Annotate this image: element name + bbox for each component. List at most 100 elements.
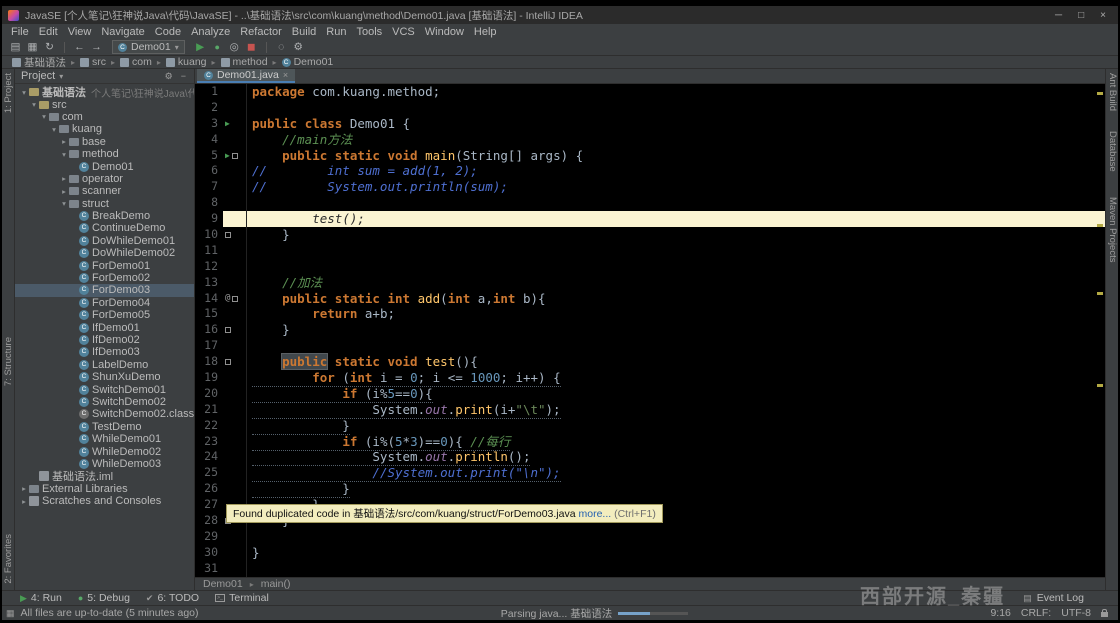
error-stripe-mark[interactable] bbox=[1097, 292, 1103, 295]
tree-item-scanner[interactable]: ▸ scanner bbox=[15, 185, 194, 197]
editor-breadcrumb-main[interactable]: main() bbox=[261, 578, 291, 590]
fold-marker-icon[interactable] bbox=[232, 295, 239, 302]
encoding-indicator[interactable]: UTF-8 bbox=[1061, 607, 1091, 619]
lock-icon[interactable] bbox=[1100, 608, 1108, 617]
tab-close-icon[interactable]: × bbox=[283, 70, 288, 80]
chevron-down-icon[interactable]: ▾ bbox=[59, 150, 69, 159]
run-gutter-icon[interactable]: ▶ bbox=[225, 116, 230, 132]
code-line-15[interactable]: 15 return a+b; bbox=[195, 306, 1105, 323]
tree-item-Scratches and Consoles[interactable]: ▸ Scratches and Consoles bbox=[15, 495, 194, 507]
code-line-13[interactable]: 13 //加法 bbox=[195, 274, 1105, 291]
tree-item-ForDemo03[interactable]: C ForDemo03 bbox=[15, 284, 194, 297]
toolwindow-button-debug[interactable]: ● 5: Debug bbox=[78, 592, 130, 604]
chevron-down-icon[interactable]: ▾ bbox=[39, 112, 49, 121]
tree-item-SwitchDemo02.class[interactable]: C SwitchDemo02.class bbox=[15, 408, 194, 420]
tree-item-SwitchDemo01[interactable]: C SwitchDemo01 bbox=[15, 383, 194, 396]
tree-item-DoWhileDemo02[interactable]: C DoWhileDemo02 bbox=[15, 247, 194, 259]
tree-item-WhileDemo03[interactable]: C WhileDemo03 bbox=[15, 458, 194, 470]
breadcrumb-item-src[interactable]: src bbox=[80, 56, 106, 68]
chevron-right-icon[interactable]: ▸ bbox=[19, 497, 29, 506]
editor-breadcrumb-demo01[interactable]: Demo01 bbox=[203, 578, 243, 590]
stop-button[interactable]: ◼ bbox=[244, 40, 259, 55]
forward-icon[interactable]: → bbox=[89, 40, 104, 55]
collapse-all-icon[interactable]: − bbox=[179, 71, 188, 81]
menu-item-build[interactable]: Build bbox=[287, 26, 321, 38]
menu-item-file[interactable]: File bbox=[6, 26, 34, 38]
tree-item-TestDemo[interactable]: C TestDemo bbox=[15, 421, 194, 433]
tool-stripe-button-favorites[interactable]: 2: Favorites bbox=[3, 534, 14, 584]
tool-stripe-button-database[interactable]: Database bbox=[1107, 131, 1118, 172]
tree-item-WhileDemo02[interactable]: C WhileDemo02 bbox=[15, 445, 194, 458]
chevron-right-icon[interactable]: ▸ bbox=[59, 137, 69, 146]
code-line-9[interactable]: 9 test(); bbox=[195, 211, 1105, 228]
menu-item-vcs[interactable]: VCS bbox=[387, 26, 420, 38]
menu-item-run[interactable]: Run bbox=[321, 26, 351, 38]
fold-marker-icon[interactable] bbox=[225, 359, 231, 366]
chevron-right-icon[interactable]: ▸ bbox=[19, 484, 29, 493]
code-line-7[interactable]: 7 // System.out.println(sum); bbox=[195, 179, 1105, 196]
error-stripe-mark[interactable] bbox=[1097, 92, 1103, 95]
code-line-12[interactable]: 12 bbox=[195, 258, 1105, 275]
code-line-23[interactable]: 23 if (i%(5*3)==0){ //每行 bbox=[195, 433, 1105, 451]
search-everywhere-icon[interactable]: ◌ bbox=[274, 40, 289, 55]
run-button[interactable]: ▶ bbox=[193, 40, 208, 55]
tree-item-struct[interactable]: ▾ struct bbox=[15, 198, 194, 210]
tree-item-operator[interactable]: ▸ operator bbox=[15, 173, 194, 185]
menu-item-view[interactable]: View bbox=[63, 26, 97, 38]
error-stripe-mark[interactable] bbox=[1097, 224, 1103, 227]
code-line-5[interactable]: 5 ▶ public static void main(String[] args… bbox=[195, 147, 1105, 164]
code-line-31[interactable]: 31 bbox=[195, 560, 1105, 577]
tree-item-method[interactable]: ▾ method bbox=[15, 148, 194, 160]
tree-item-ForDemo01[interactable]: C ForDemo01 bbox=[15, 259, 194, 272]
tree-item-ContinueDemo[interactable]: C ContinueDemo bbox=[15, 222, 194, 234]
code-line-8[interactable]: 8 bbox=[195, 195, 1105, 212]
chevron-down-icon[interactable]: ▾ bbox=[29, 100, 39, 109]
line-separator-indicator[interactable]: CRLF: bbox=[1021, 607, 1051, 619]
fold-marker-icon[interactable] bbox=[225, 231, 231, 238]
error-stripe-mark[interactable] bbox=[1097, 384, 1103, 387]
tree-item-基础语法[interactable]: ▾ 基础语法个人笔记\狂神说Java\代码\JavaSE bbox=[15, 86, 194, 98]
minimize-button[interactable]: ─ bbox=[1055, 10, 1062, 21]
settings-icon[interactable]: ⚙ bbox=[291, 40, 306, 55]
debug-button[interactable]: ● bbox=[210, 40, 225, 55]
tool-stripe-button-mavenprojects[interactable]: Maven Projects bbox=[1107, 197, 1118, 262]
tool-stripe-button-antbuild[interactable]: Ant Build bbox=[1107, 73, 1118, 111]
close-button[interactable]: × bbox=[1100, 10, 1106, 21]
tree-item-ForDemo05[interactable]: C ForDemo05 bbox=[15, 309, 194, 321]
menu-item-edit[interactable]: Edit bbox=[34, 26, 63, 38]
open-project-icon[interactable]: ▤ bbox=[8, 40, 23, 55]
run-configuration-select[interactable]: C Demo01 ▾ bbox=[112, 40, 185, 54]
breadcrumb-item-基础语法[interactable]: 基础语法 bbox=[12, 55, 66, 70]
breadcrumb-item-kuang[interactable]: kuang bbox=[165, 56, 207, 68]
tree-item-IfDemo02[interactable]: C IfDemo02 bbox=[15, 334, 194, 346]
code-line-20[interactable]: 20 if (i%5==0){ bbox=[195, 385, 1105, 403]
code-line-4[interactable]: 4 //main方法 bbox=[195, 131, 1105, 148]
tree-item-ForDemo02[interactable]: C ForDemo02 bbox=[15, 272, 194, 284]
tree-item-ForDemo04[interactable]: C ForDemo04 bbox=[15, 297, 194, 309]
tree-item-基础语法.iml[interactable]: 基础语法.iml bbox=[15, 470, 194, 483]
code-line-19[interactable]: 19 for (int i = 0; i <= 1000; i++) { bbox=[195, 370, 1105, 387]
tree-item-IfDemo03[interactable]: C IfDemo03 bbox=[15, 346, 194, 358]
run-gutter-icon[interactable]: ▶ bbox=[225, 148, 230, 164]
menu-item-help[interactable]: Help bbox=[469, 26, 502, 38]
tree-item-WhileDemo01[interactable]: C WhileDemo01 bbox=[15, 433, 194, 445]
code-line-26[interactable]: 26 } bbox=[195, 481, 1105, 499]
chevron-down-icon[interactable]: ▾ bbox=[59, 72, 63, 81]
menu-item-window[interactable]: Window bbox=[420, 26, 469, 38]
breadcrumb-item-com[interactable]: com bbox=[120, 56, 152, 68]
tree-item-com[interactable]: ▾ com bbox=[15, 111, 194, 123]
toolwindow-button-terminal[interactable]: >_ Terminal bbox=[215, 592, 269, 604]
code-line-21[interactable]: 21 System.out.print(i+"\t"); bbox=[195, 401, 1105, 419]
menu-item-code[interactable]: Code bbox=[150, 26, 186, 38]
code-line-29[interactable]: 29 bbox=[195, 528, 1105, 545]
tool-stripe-button-structure[interactable]: 7: Structure bbox=[3, 337, 14, 386]
chevron-down-icon[interactable]: ▾ bbox=[59, 199, 69, 208]
tree-item-DoWhileDemo01[interactable]: C DoWhileDemo01 bbox=[15, 235, 194, 247]
project-panel-title[interactable]: Project bbox=[21, 70, 55, 82]
gear-icon[interactable]: ⚙ bbox=[163, 71, 175, 82]
code-line-22[interactable]: 22 } bbox=[195, 417, 1105, 435]
menu-item-navigate[interactable]: Navigate bbox=[96, 26, 149, 38]
tree-item-BreakDemo[interactable]: C BreakDemo bbox=[15, 210, 194, 222]
menu-item-tools[interactable]: Tools bbox=[351, 26, 387, 38]
menu-item-refactor[interactable]: Refactor bbox=[235, 26, 287, 38]
